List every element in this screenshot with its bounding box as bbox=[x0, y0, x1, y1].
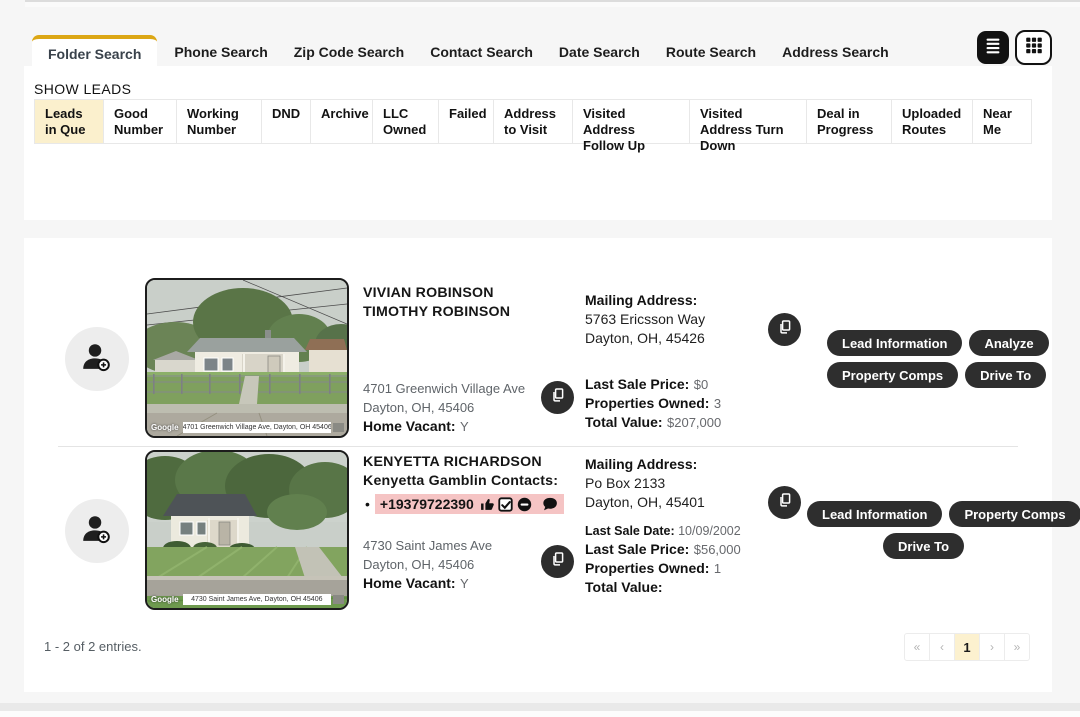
last-page-button[interactable]: » bbox=[1004, 633, 1030, 661]
mailing-address: Mailing Address: 5763 Ericsson Way Dayto… bbox=[585, 292, 706, 346]
prev-page-button[interactable]: ‹ bbox=[929, 633, 955, 661]
filter-dnd[interactable]: DND bbox=[261, 99, 311, 144]
add-contact-button[interactable] bbox=[65, 327, 129, 391]
pagination: « ‹ 1 › » bbox=[904, 633, 1030, 661]
property-comps-button[interactable]: Property Comps bbox=[949, 501, 1080, 527]
contact-phone[interactable]: +19379722390 bbox=[380, 496, 474, 512]
entries-summary: 1 - 2 of 2 entries. bbox=[44, 639, 142, 654]
lead-address: 4701 Greenwich Village Ave Dayton, OH, 4… bbox=[363, 381, 526, 434]
lead-row: Google 4730 Saint James Ave, Dayton, OH … bbox=[24, 450, 1080, 620]
filter-working-number[interactable]: Working Number bbox=[176, 99, 262, 144]
person-add-icon bbox=[76, 336, 118, 383]
thumbs-up-icon[interactable] bbox=[480, 497, 494, 511]
filter-visited-address-follow-up[interactable]: Visited Address Follow Up bbox=[572, 99, 690, 153]
person-add-icon bbox=[76, 508, 118, 555]
drive-to-button[interactable]: Drive To bbox=[883, 533, 965, 559]
lead-stats: Last Sale Date: 10/09/2002 Last Sale Pri… bbox=[585, 524, 741, 595]
grid-view-button[interactable] bbox=[1015, 30, 1052, 65]
lead-actions-row2: Property Comps Drive To bbox=[827, 362, 1047, 388]
google-watermark: Google bbox=[151, 595, 179, 604]
checkbox-checked-icon[interactable] bbox=[498, 496, 513, 512]
filter-uploaded-routes[interactable]: Uploaded Routes bbox=[891, 99, 973, 144]
drive-to-button[interactable]: Drive To bbox=[965, 362, 1047, 388]
property-photo[interactable]: Google 4730 Saint James Ave, Dayton, OH … bbox=[145, 450, 349, 610]
analyze-button[interactable]: Analyze bbox=[969, 330, 1049, 356]
grid-view-icon bbox=[1023, 34, 1045, 61]
filter-archive[interactable]: Archive bbox=[310, 99, 373, 144]
lead-actions-row1: Lead Information Analyze bbox=[827, 330, 1049, 356]
mailing-address: Mailing Address: Po Box 2133 Dayton, OH,… bbox=[585, 456, 705, 510]
show-leads-panel: SHOW LEADS Leads in Que Good Number Work… bbox=[24, 66, 1052, 220]
leads-panel: Google 4701 Greenwich Village Ave, Dayto… bbox=[24, 238, 1080, 692]
lead-names: KENYETTA RICHARDSON Kenyetta Gamblin Con… bbox=[363, 454, 559, 489]
tab-contact-search[interactable]: Contact Search bbox=[417, 35, 546, 70]
copy-mailing-button[interactable] bbox=[768, 486, 801, 519]
filter-visited-address-turn-down[interactable]: Visited Address Turn Down bbox=[689, 99, 807, 153]
contact-row: • +19379722390 bbox=[365, 494, 564, 514]
lead-actions-row1: Lead Information Property Comps bbox=[807, 501, 1080, 527]
first-page-button[interactable]: « bbox=[904, 633, 930, 661]
show-leads-title: SHOW LEADS bbox=[34, 81, 132, 97]
copy-icon bbox=[777, 492, 793, 513]
bottom-divider bbox=[0, 703, 1080, 711]
filter-failed[interactable]: Failed bbox=[438, 99, 494, 144]
tab-address-search[interactable]: Address Search bbox=[769, 35, 902, 70]
photo-caption: Google 4730 Saint James Ave, Dayton, OH … bbox=[149, 593, 345, 606]
tab-date-search[interactable]: Date Search bbox=[546, 35, 653, 70]
lead-filters: Leads in Que Good Number Working Number … bbox=[34, 99, 1032, 153]
tab-zip-code-search[interactable]: Zip Code Search bbox=[281, 35, 417, 70]
contact-phone-pill: +19379722390 bbox=[374, 494, 564, 514]
bottom-strip bbox=[0, 711, 1080, 717]
filter-good-number[interactable]: Good Number bbox=[103, 99, 177, 144]
add-contact-button[interactable] bbox=[65, 499, 129, 563]
copy-icon bbox=[550, 551, 566, 572]
lead-row: Google 4701 Greenwich Village Ave, Dayto… bbox=[24, 276, 1052, 446]
copy-icon bbox=[550, 387, 566, 408]
page-1-button[interactable]: 1 bbox=[954, 633, 980, 661]
top-divider bbox=[25, 0, 1080, 7]
tab-route-search[interactable]: Route Search bbox=[653, 35, 769, 70]
lead-actions-row2: Drive To bbox=[883, 533, 965, 559]
google-watermark: Google bbox=[151, 423, 179, 432]
comment-icon[interactable] bbox=[542, 497, 558, 511]
list-view-button[interactable] bbox=[977, 31, 1009, 64]
lead-information-button[interactable]: Lead Information bbox=[827, 330, 963, 356]
property-comps-button[interactable]: Property Comps bbox=[827, 362, 959, 388]
dnd-circle-icon[interactable] bbox=[517, 497, 532, 512]
view-toggle bbox=[977, 30, 1052, 65]
property-photo[interactable]: Google 4701 Greenwich Village Ave, Dayto… bbox=[145, 278, 349, 438]
lead-names: VIVIAN ROBINSON TIMOTHY ROBINSON bbox=[363, 285, 511, 320]
filter-llc-owned[interactable]: LLC Owned bbox=[372, 99, 439, 144]
lead-information-button[interactable]: Lead Information bbox=[807, 501, 943, 527]
copy-mailing-button[interactable] bbox=[768, 313, 801, 346]
lead-stats: Last Sale Price: $0 Properties Owned: 3 … bbox=[585, 376, 722, 430]
list-view-icon bbox=[982, 34, 1004, 61]
photo-caption: Google 4701 Greenwich Village Ave, Dayto… bbox=[149, 421, 345, 434]
filter-address-to-visit[interactable]: Address to Visit bbox=[493, 99, 573, 144]
copy-icon bbox=[777, 319, 793, 340]
lead-divider bbox=[58, 446, 1018, 447]
filter-leads-in-que[interactable]: Leads in Que bbox=[34, 99, 104, 144]
tab-phone-search[interactable]: Phone Search bbox=[161, 35, 280, 70]
lead-address: 4730 Saint James Ave Dayton, OH, 45406 H… bbox=[363, 538, 493, 591]
filter-near-me[interactable]: Near Me bbox=[972, 99, 1032, 144]
copy-address-button[interactable] bbox=[541, 381, 574, 414]
filter-deal-in-progress[interactable]: Deal in Progress bbox=[806, 99, 892, 144]
copy-address-button[interactable] bbox=[541, 545, 574, 578]
next-page-button[interactable]: › bbox=[979, 633, 1005, 661]
